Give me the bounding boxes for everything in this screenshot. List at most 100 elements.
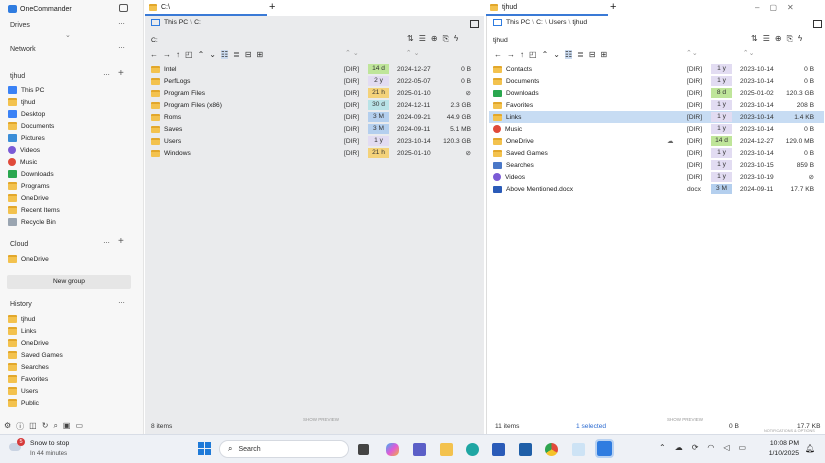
breadcrumb-item[interactable]: This PC: [506, 19, 530, 26]
file-explorer-icon[interactable]: [440, 443, 453, 456]
grid-view-icon[interactable]: ⊞: [601, 50, 608, 59]
volume-icon[interactable]: ◁: [723, 443, 729, 452]
flash-icon[interactable]: ϟ: [798, 34, 802, 44]
tab-tjhud[interactable]: tjhud: [486, 0, 608, 16]
wifi-icon[interactable]: ◠: [707, 443, 714, 452]
flash-icon[interactable]: ϟ: [454, 34, 458, 44]
file-row[interactable]: Program Files [DIR] 21 h 2025-01-10 ⊘: [147, 87, 482, 99]
file-row[interactable]: Downloads [DIR] 8 d 2025-01-02 120.3 GB: [489, 87, 824, 99]
file-row[interactable]: Links [DIR] 1 y 2023-10-14 1.4 KB: [489, 111, 824, 123]
sidebar-item-pictures[interactable]: Pictures: [8, 132, 45, 144]
tab-c-drive[interactable]: C:\: [145, 0, 267, 16]
file-row[interactable]: Saves [DIR] 3 M 2024-09-11 5.1 MB: [147, 123, 482, 135]
file-row[interactable]: Videos [DIR] 1 y 2023-10-19 ⊘: [489, 171, 824, 183]
icons-view-icon[interactable]: ⊟: [245, 50, 252, 59]
file-row[interactable]: Program Files (x86) [DIR] 30 d 2024-12-11 2.…: [147, 99, 482, 111]
breadcrumb-item[interactable]: tjhud: [572, 19, 587, 26]
chrome-icon[interactable]: [545, 443, 558, 456]
onedrive-tray-icon[interactable]: ☁: [675, 443, 683, 452]
breadcrumb-item[interactable]: C:: [194, 19, 201, 26]
edge-icon[interactable]: [466, 443, 479, 456]
sidebar-item-downloads[interactable]: Downloads: [8, 168, 54, 180]
file-row[interactable]: Windows [DIR] 21 h 2025-01-10 ⊘: [147, 147, 482, 159]
file-row[interactable]: OneDrive [DIR] 14 d 2024-12-27 129.0 MB ☁: [489, 135, 824, 147]
grid-view-icon[interactable]: ⊞: [257, 50, 264, 59]
breadcrumb-item[interactable]: Users: [549, 19, 567, 26]
sidebar-item-music[interactable]: Music: [8, 156, 37, 168]
sidebar-item-videos[interactable]: Videos: [8, 144, 40, 156]
file-row[interactable]: Intel [DIR] 14 d 2024-12-27 0 B: [147, 63, 482, 75]
file-row[interactable]: Roms [DIR] 3 M 2024-09-21 44.9 GB: [147, 111, 482, 123]
history-item-searches[interactable]: Searches: [8, 361, 49, 373]
word-icon[interactable]: [492, 443, 505, 456]
up-icon[interactable]: ↑: [520, 50, 524, 59]
forward-icon[interactable]: →: [507, 50, 515, 59]
clock-time[interactable]: 10:08 PM: [765, 440, 799, 447]
sidebar-item-this-pc[interactable]: This PC: [8, 84, 44, 96]
details-view-icon[interactable]: ☷: [220, 49, 229, 59]
minimize-icon[interactable]: –: [755, 3, 769, 12]
window-toggle-icon[interactable]: [119, 4, 128, 12]
taskview-icon[interactable]: [358, 444, 369, 455]
store-icon[interactable]: [519, 443, 532, 456]
file-row[interactable]: Music [DIR] 1 y 2023-10-14 0 B: [489, 123, 824, 135]
add-icon[interactable]: +: [118, 68, 124, 79]
history-item-saved-games[interactable]: Saved Games: [8, 349, 63, 361]
collapse-icon[interactable]: ⌃: [542, 50, 549, 59]
show-preview-toggle[interactable]: SHOW PREVIEW: [303, 417, 339, 422]
drives-menu-icon[interactable]: ···: [118, 19, 125, 28]
chat-icon[interactable]: ▭: [75, 421, 83, 432]
new-group-button[interactable]: New group: [7, 275, 131, 289]
breadcrumb-item[interactable]: This PC: [164, 19, 188, 26]
sidebar-item-onedrive-cloud[interactable]: OneDrive: [8, 253, 49, 265]
collapse-icon[interactable]: ⌃: [198, 50, 205, 59]
columns-icon[interactable]: [470, 20, 479, 28]
weather-widget-icon[interactable]: 5: [9, 438, 25, 454]
chevron-up-icon[interactable]: ⌃: [659, 443, 666, 452]
recent-icon[interactable]: ◰: [185, 50, 193, 59]
sidebar-item-programs[interactable]: Programs: [8, 180, 50, 192]
onecommander-taskbar-icon[interactable]: [595, 439, 614, 458]
file-row[interactable]: PerfLogs [DIR] 2 y 2022-05-07 0 B: [147, 75, 482, 87]
taskbar-search[interactable]: ⌕ Search: [219, 440, 349, 458]
sync-icon[interactable]: ↻: [42, 421, 49, 432]
history-item-onedrive[interactable]: OneDrive: [8, 337, 49, 349]
list-settings-icon[interactable]: ☰: [419, 34, 426, 44]
up-icon[interactable]: ↑: [176, 50, 180, 59]
sidebar-item-recycle-bin[interactable]: Recycle Bin: [8, 216, 56, 228]
maximize-icon[interactable]: ▢: [769, 3, 787, 12]
expand-icon[interactable]: ⌄: [553, 50, 560, 59]
history-item-favorites[interactable]: Favorites: [8, 373, 48, 385]
layout-icon[interactable]: ◫: [29, 421, 37, 432]
file-row[interactable]: Users [DIR] 1 y 2023-10-14 120.3 GB: [147, 135, 482, 147]
file-row[interactable]: Above Mentioned.docx docx 3 M 2024-09-11 17.…: [489, 183, 824, 195]
sidebar-item-tjhud[interactable]: tjhud: [8, 96, 35, 108]
sidebar-item-documents[interactable]: Documents: [8, 120, 54, 132]
history-item-links[interactable]: Links: [8, 325, 36, 337]
notepad-icon[interactable]: [572, 443, 585, 456]
forward-icon[interactable]: →: [163, 50, 171, 59]
settings-icon[interactable]: ⚙: [4, 421, 11, 432]
history-menu-icon[interactable]: ···: [118, 298, 125, 307]
copilot-icon[interactable]: [386, 443, 399, 456]
file-row[interactable]: Searches [DIR] 1 y 2023-10-15 859 B: [489, 159, 824, 171]
search-icon[interactable]: ⌕: [53, 421, 57, 432]
file-row[interactable]: Contacts [DIR] 1 y 2023-10-14 0 B: [489, 63, 824, 75]
sort-icon[interactable]: ⇅: [751, 34, 758, 44]
battery-icon[interactable]: ▭: [739, 443, 747, 452]
sidebar-item-recent-items[interactable]: Recent Items: [8, 204, 60, 216]
history-item-tjhud[interactable]: tjhud: [8, 313, 35, 325]
back-icon[interactable]: ←: [150, 50, 158, 59]
list-view-icon[interactable]: ≣: [233, 50, 240, 59]
network-menu-icon[interactable]: ···: [118, 43, 125, 52]
file-row[interactable]: Favorites [DIR] 1 y 2023-10-14 208 B: [489, 99, 824, 111]
new-tab-button-right[interactable]: +: [610, 1, 616, 13]
icons-view-icon[interactable]: ⊟: [589, 50, 596, 59]
notification-bell-icon[interactable]: 🔔︎: [805, 444, 815, 453]
history-item-public[interactable]: Public: [8, 397, 39, 409]
cloud-add-icon[interactable]: +: [118, 236, 124, 247]
tray-app-icon[interactable]: ⟳: [692, 443, 699, 452]
terminal-icon[interactable]: ▣: [63, 421, 71, 432]
copy-icon[interactable]: ⎘: [787, 34, 793, 44]
history-item-users[interactable]: Users: [8, 385, 38, 397]
